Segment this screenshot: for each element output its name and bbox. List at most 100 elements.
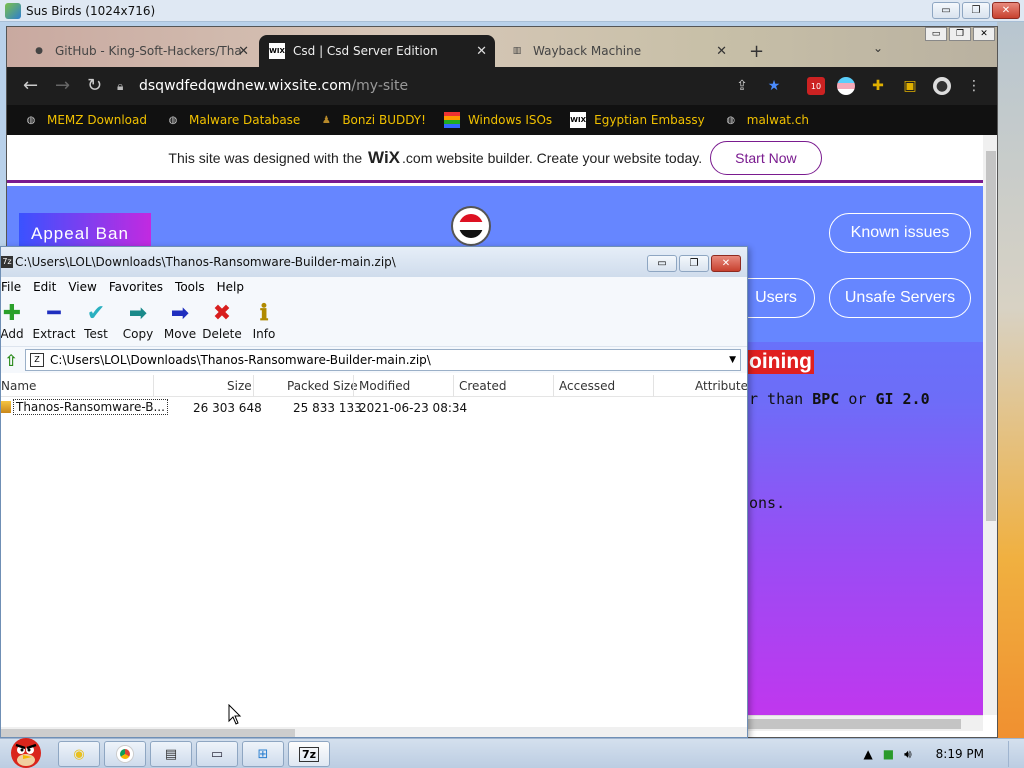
scroll-thumb[interactable] xyxy=(986,151,996,521)
windows-flag-icon xyxy=(443,112,460,128)
show-desktop-button[interactable] xyxy=(1008,741,1018,767)
extract-button[interactable]: ━ Extract xyxy=(31,299,77,342)
bookmark-egyptian-embassy[interactable]: WIX Egyptian Embassy xyxy=(570,112,705,128)
add-button[interactable]: ✚ Add xyxy=(1,299,35,342)
trans-flag-extension-icon[interactable] xyxy=(837,77,855,95)
known-issues-button[interactable]: Known issues xyxy=(829,213,971,253)
angry-bird-start-icon[interactable] xyxy=(6,731,46,768)
share-icon[interactable]: ⇪ xyxy=(733,77,751,95)
start-now-button[interactable]: Start Now xyxy=(710,140,822,175)
back-icon[interactable]: ← xyxy=(23,75,38,96)
star-icon[interactable]: ★ xyxy=(765,77,783,95)
menu-tools[interactable]: Tools xyxy=(169,280,211,294)
bookmark-malwatch[interactable]: ◍ malwat.ch xyxy=(723,112,809,128)
column-packed-size[interactable]: Packed Size xyxy=(287,379,358,393)
menu-edit[interactable]: Edit xyxy=(27,280,62,294)
column-attributes[interactable]: Attribute xyxy=(695,379,747,393)
7zip-minimize-button[interactable]: ▭ xyxy=(647,255,677,272)
menu-favorites[interactable]: Favorites xyxy=(103,280,169,294)
volume-icon[interactable]: 🔊︎ xyxy=(904,747,912,762)
scroll-thumb[interactable] xyxy=(747,719,961,729)
close-icon[interactable]: ✕ xyxy=(476,44,487,59)
tray-expand-icon[interactable]: ▲ xyxy=(864,747,873,761)
extensions-icon[interactable]: ✚ xyxy=(869,77,887,95)
7zip-maximize-button[interactable]: ❐ xyxy=(679,255,709,272)
page-vertical-scrollbar[interactable] xyxy=(983,135,997,715)
7zip-close-button[interactable]: ✕ xyxy=(711,255,741,272)
7zip-window: 7z C:\Users\LOL\Downloads\Thanos-Ransomw… xyxy=(0,246,748,738)
taskbar-terminal[interactable]: ▤ xyxy=(150,741,192,767)
column-modified[interactable]: Modified xyxy=(359,379,410,393)
bookmark-memz[interactable]: ◍ MEMZ Download xyxy=(23,112,147,128)
column-size[interactable]: Size xyxy=(227,379,252,393)
7zip-path-bar: ⇧ Z C:\Users\LOL\Downloads\Thanos-Ransom… xyxy=(1,347,747,373)
vm-restore-button[interactable]: ❐ xyxy=(962,2,990,19)
wix-icon: WIX xyxy=(269,43,285,59)
tab-csd[interactable]: WIX Csd | Csd Server Edition ✕ xyxy=(259,35,495,67)
chrome-icon xyxy=(117,746,133,762)
taskbar-chrome[interactable] xyxy=(104,741,146,767)
wix-banner-post: website builder. Create your website tod… xyxy=(436,149,703,166)
chrome-restore-button[interactable]: ❐ xyxy=(949,27,971,41)
menu-view[interactable]: View xyxy=(62,280,102,294)
chrome-minimize-button[interactable]: ▭ xyxy=(925,27,947,41)
test-button[interactable]: ✔ Test xyxy=(73,299,119,342)
chevron-down-icon[interactable]: ▼ xyxy=(729,355,736,365)
bookmark-label: MEMZ Download xyxy=(47,113,147,127)
taskbar-window[interactable]: ▭ xyxy=(196,741,238,767)
file-name[interactable]: Thanos-Ransomware-B... xyxy=(13,399,168,415)
page-horizontal-scrollbar[interactable] xyxy=(747,715,983,731)
globe-icon: ◍ xyxy=(26,114,36,126)
tab-wayback[interactable]: ▥ Wayback Machine ✕ xyxy=(499,35,735,67)
browser-toolbar: ← → ↻ 🔒︎ dsqwdfedqwdnew.wixsite.com/my-s… xyxy=(7,67,997,105)
7zip-horizontal-scrollbar[interactable] xyxy=(1,727,747,737)
wayback-icon: ▥ xyxy=(512,46,522,56)
tab-github[interactable]: ● GitHub - King-Soft-Hackers/Tha ✕ xyxy=(21,35,257,67)
new-tab-button[interactable]: + xyxy=(749,41,764,62)
vm-close-button[interactable]: ✕ xyxy=(992,2,1020,19)
close-icon[interactable]: ✕ xyxy=(716,44,727,59)
move-button[interactable]: ➡ Move xyxy=(157,299,203,342)
bookmark-windows-isos[interactable]: Windows ISOs xyxy=(443,112,552,128)
table-row[interactable]: Thanos-Ransomware-B... 26 303 648 25 833… xyxy=(1,397,747,417)
taskbar-app[interactable]: ⊞ xyxy=(242,741,284,767)
terminal-icon: ▤ xyxy=(164,746,178,762)
profile-icon[interactable]: ● xyxy=(933,77,951,95)
address-bar[interactable]: 🔒︎ dsqwdfedqwdnew.wixsite.com/my-site xyxy=(117,72,677,100)
network-icon[interactable]: ■ xyxy=(883,747,894,761)
lock-icon: 🔒︎ xyxy=(117,78,124,93)
menu-help[interactable]: Help xyxy=(211,280,250,294)
column-created[interactable]: Created xyxy=(459,379,507,393)
system-tray: ▲ ■ 🔊︎ 8:19 PM xyxy=(864,739,1019,768)
mouse-cursor-icon xyxy=(228,704,242,725)
file-list-header: Name Size Packed Size Modified Created A… xyxy=(1,375,747,397)
bonzi-icon: ♟ xyxy=(321,114,331,126)
bookmark-malware-database[interactable]: ◍ Malware Database xyxy=(165,112,301,128)
path-combobox[interactable]: Z C:\Users\LOL\Downloads\Thanos-Ransomwa… xyxy=(25,349,741,371)
taskbar-explorer[interactable]: ◉ xyxy=(58,741,100,767)
menu-file[interactable]: File xyxy=(1,280,27,294)
clock[interactable]: 8:19 PM xyxy=(936,747,984,761)
close-icon[interactable]: ✕ xyxy=(238,44,249,59)
arrow-right-icon: ➡ xyxy=(170,300,190,326)
column-accessed[interactable]: Accessed xyxy=(559,379,615,393)
info-button[interactable]: ℹ Info xyxy=(241,299,287,341)
tab-search-icon[interactable]: ⌄ xyxy=(873,41,883,55)
up-folder-icon[interactable]: ⇧ xyxy=(1,351,21,370)
bookmark-bonzi[interactable]: ♟ Bonzi BUDDY! xyxy=(318,112,426,128)
wix-logo: WiX xyxy=(368,147,401,167)
egypt-flag-icon xyxy=(459,214,483,238)
vm-minimize-button[interactable]: ▭ xyxy=(932,2,960,19)
menu-icon[interactable]: ⋮ xyxy=(965,77,983,95)
column-name[interactable]: Name xyxy=(1,379,36,393)
taskbar-7zip[interactable]: 7z xyxy=(288,741,330,767)
copy-button[interactable]: ➡ Copy xyxy=(115,299,161,342)
reload-icon[interactable]: ↻ xyxy=(87,75,102,96)
chrome-close-button[interactable]: ✕ xyxy=(973,27,995,41)
side-panel-icon[interactable]: ▣ xyxy=(901,77,919,95)
unsafe-servers-button[interactable]: Unsafe Servers xyxy=(829,278,971,318)
forward-icon[interactable]: → xyxy=(55,75,70,96)
delete-button[interactable]: ✖ Delete xyxy=(199,299,245,342)
ublock-icon[interactable]: 10 xyxy=(807,77,825,95)
wix-icon: WIX xyxy=(570,112,587,128)
